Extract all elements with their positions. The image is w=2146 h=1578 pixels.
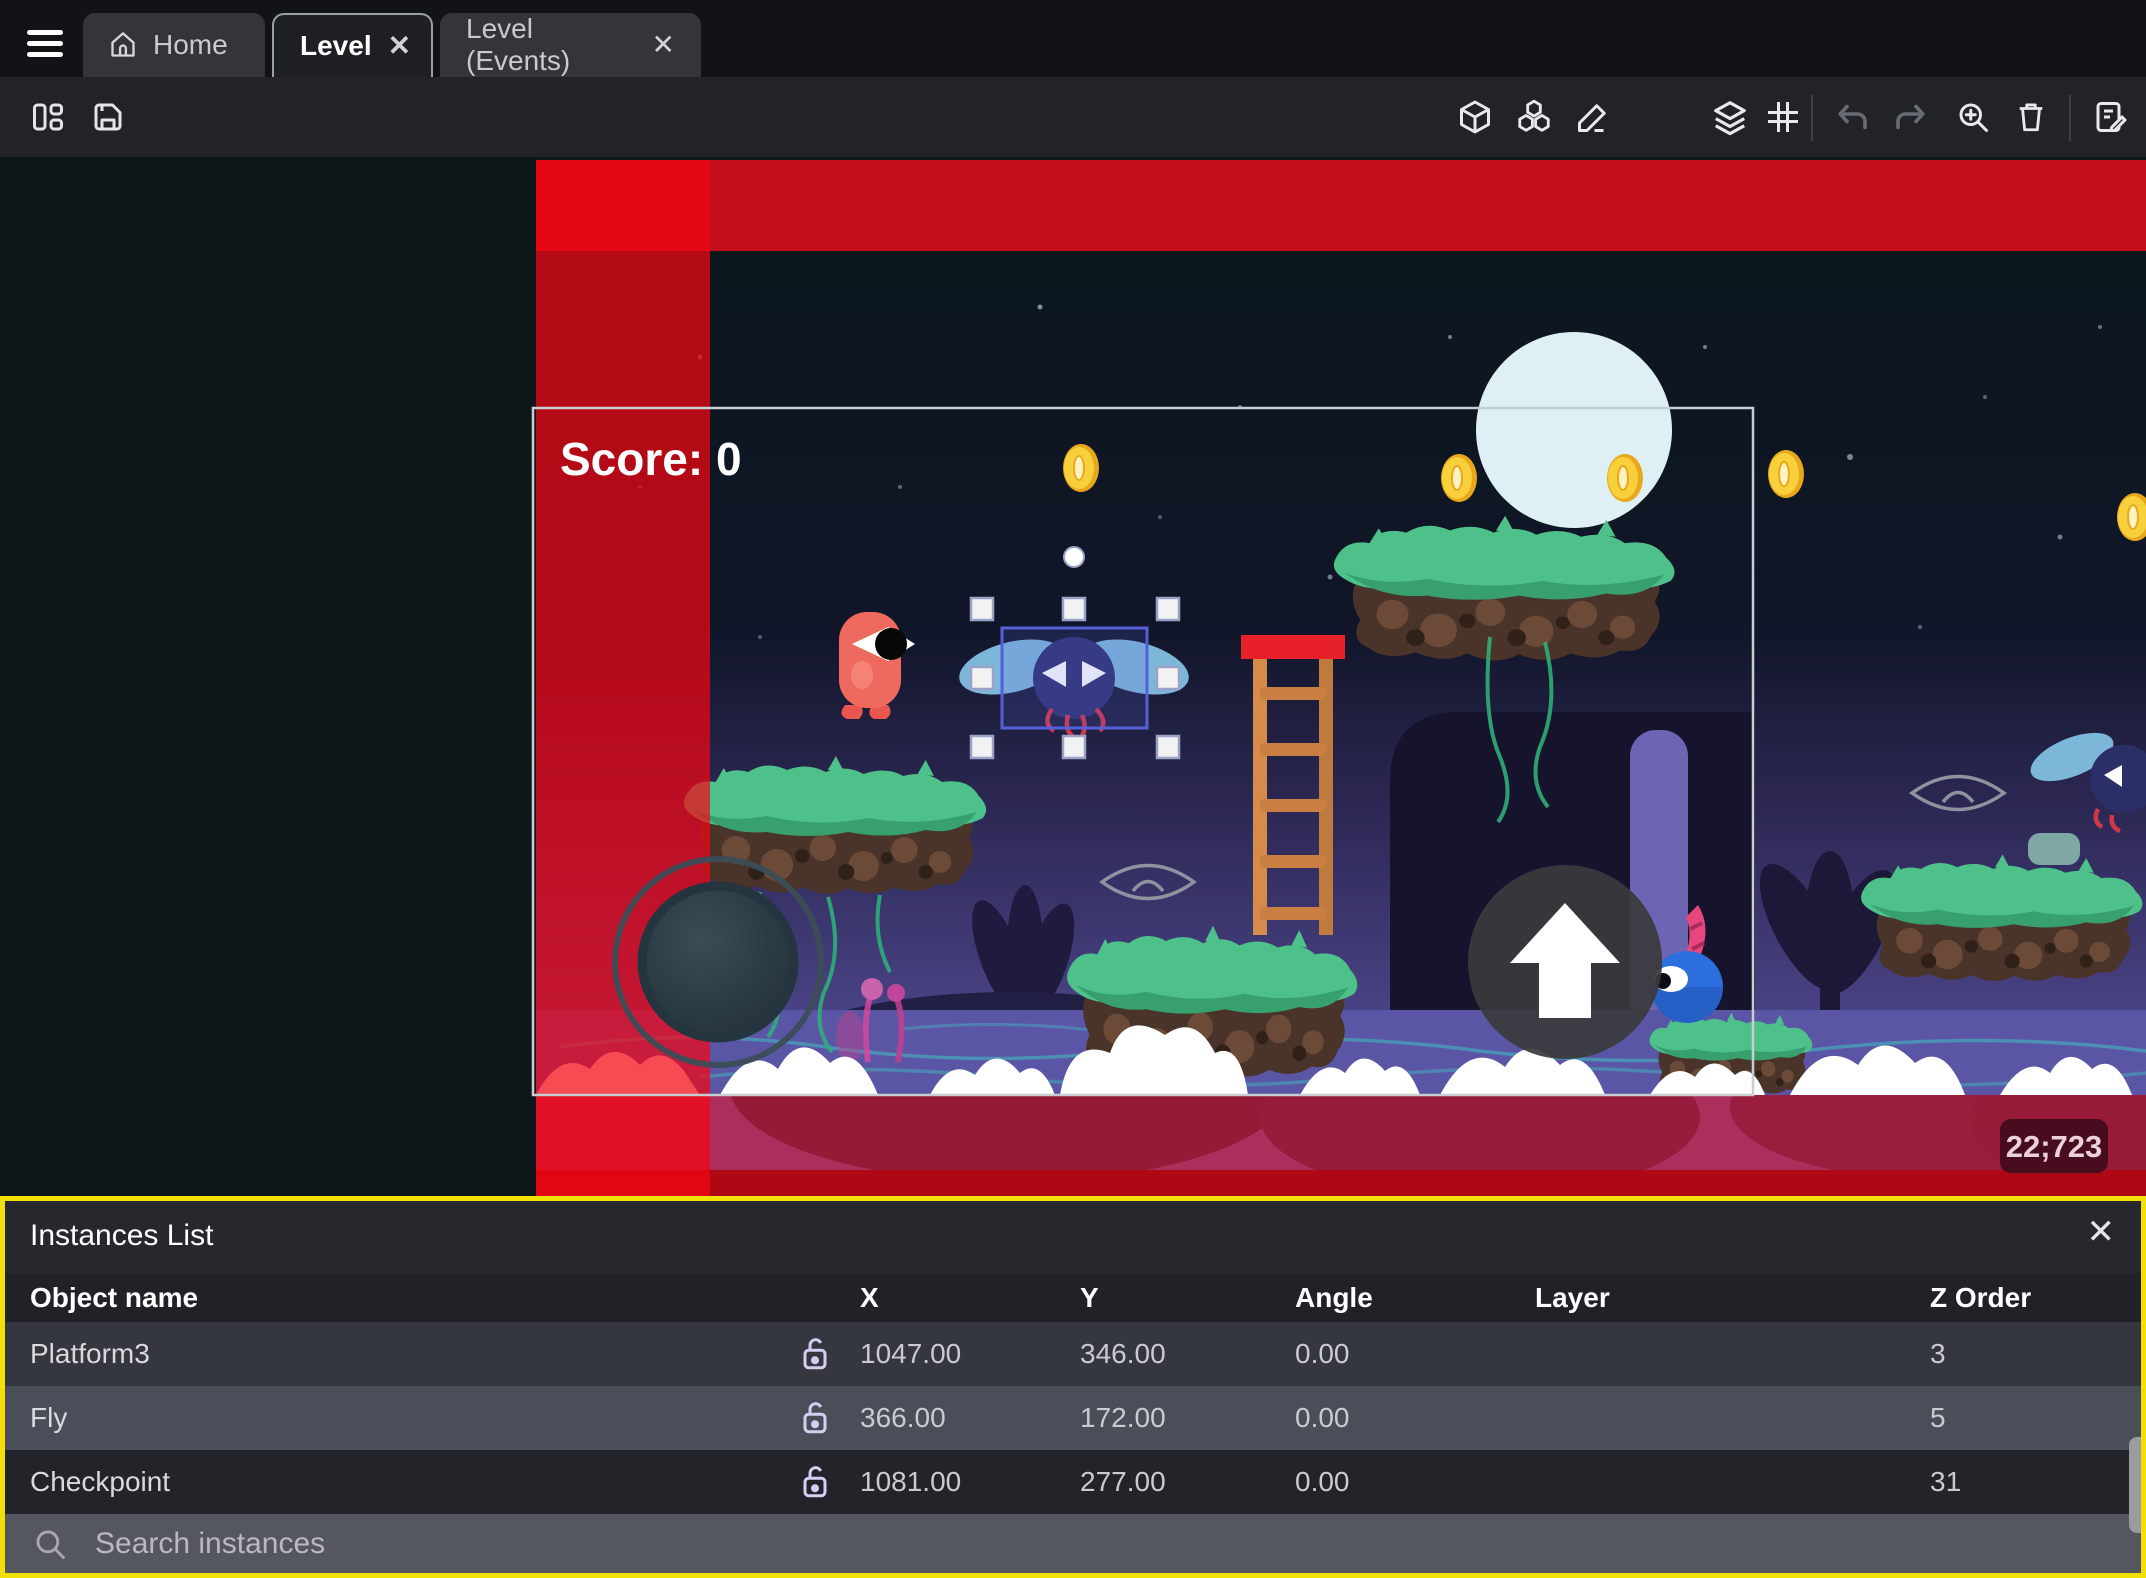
cell-angle[interactable]: 0.00 [1295, 1466, 1535, 1498]
coordinates-badge: 22;723 [2000, 1119, 2108, 1173]
cell-angle[interactable]: 0.00 [1295, 1402, 1535, 1434]
tab-home[interactable]: Home [83, 13, 265, 77]
cell-y[interactable]: 172.00 [1080, 1402, 1295, 1434]
cell-angle[interactable]: 0.00 [1295, 1338, 1535, 1370]
object-groups-button[interactable] [1506, 77, 1562, 157]
table-header: Object name X Y Angle Layer Z Order [5, 1273, 2141, 1322]
instances-list-panel: Instances List ✕ Object name X Y Angle L… [0, 1196, 2146, 1578]
edit-properties-button[interactable] [1566, 77, 1620, 157]
cell-z-order[interactable]: 31 [1930, 1466, 2141, 1498]
column-y: Y [1080, 1281, 1099, 1313]
layout-panels-button[interactable] [18, 77, 78, 157]
undo-button[interactable] [1826, 77, 1880, 157]
jump-button[interactable] [1468, 865, 1662, 1059]
tab-level[interactable]: Level ✕ [272, 13, 433, 77]
column-layer: Layer [1535, 1281, 1610, 1313]
unlock-icon[interactable] [745, 1464, 860, 1500]
tab-level-close-icon[interactable]: ✕ [388, 32, 411, 60]
cell-x[interactable]: 1047.00 [860, 1338, 1080, 1370]
cell-y[interactable]: 277.00 [1080, 1466, 1295, 1498]
column-angle: Angle [1295, 1281, 1373, 1313]
table-row[interactable]: Platform3 1047.00 346.00 0.00 3 [5, 1322, 2141, 1386]
layers-button[interactable] [1703, 77, 1757, 157]
tab-level-events-close-icon[interactable]: ✕ [652, 31, 675, 59]
search-icon [36, 1530, 65, 1559]
unlock-icon[interactable] [745, 1400, 860, 1436]
tab-bar: Home Level ✕ Level (Events) ✕ [0, 0, 2146, 77]
search-input[interactable] [93, 1525, 2141, 1562]
home-icon [109, 31, 137, 59]
cell-z-order[interactable]: 5 [1930, 1402, 2141, 1434]
cell-object-name[interactable]: Platform3 [5, 1338, 745, 1370]
scene-editor-canvas[interactable]: Score: 0 22;723 [0, 157, 2146, 1196]
column-x: X [860, 1281, 879, 1313]
rock [2028, 833, 2080, 865]
objects-panel-button[interactable] [1448, 77, 1502, 157]
cell-z-order[interactable]: 3 [1930, 1338, 2141, 1370]
cell-object-name[interactable]: Fly [5, 1402, 745, 1434]
scrollbar-thumb[interactable] [2129, 1437, 2141, 1533]
panel-title: Instances List [30, 1219, 214, 1252]
cell-x[interactable]: 366.00 [860, 1402, 1080, 1434]
tab-home-label: Home [153, 29, 228, 60]
grid-button[interactable] [1756, 77, 1810, 157]
tab-level-events-label: Level (Events) [466, 13, 571, 76]
table-row-selected[interactable]: Fly 366.00 172.00 0.00 5 [5, 1386, 2141, 1450]
cell-x[interactable]: 1081.00 [860, 1466, 1080, 1498]
table-row[interactable]: Checkpoint 1081.00 277.00 0.00 31 [5, 1450, 2141, 1514]
delete-button[interactable] [2004, 77, 2058, 157]
search-bar[interactable] [5, 1514, 2141, 1573]
unlock-icon[interactable] [745, 1336, 860, 1372]
svg-text:22;723: 22;723 [2006, 1129, 2103, 1164]
column-z-order: Z Order [1930, 1281, 2032, 1313]
toolbar: Preview Publish [0, 77, 2146, 231]
hamburger-menu-icon[interactable] [27, 30, 63, 58]
cell-object-name[interactable]: Checkpoint [5, 1466, 745, 1498]
cell-y[interactable]: 346.00 [1080, 1338, 1295, 1370]
redo-button[interactable] [1883, 77, 1937, 157]
column-object-name: Object name [30, 1281, 199, 1313]
joystick-control[interactable] [612, 856, 824, 1068]
close-icon[interactable]: ✕ [2087, 1215, 2116, 1249]
tab-level-label: Level [300, 30, 372, 61]
score-text: Score: 0 [560, 433, 742, 485]
edit-scene-events-button[interactable] [2083, 77, 2137, 157]
save-button[interactable] [78, 77, 138, 157]
zoom-button[interactable] [1946, 77, 2000, 157]
moon[interactable] [1476, 332, 1672, 528]
tab-level-events[interactable]: Level (Events) ✕ [440, 13, 701, 77]
